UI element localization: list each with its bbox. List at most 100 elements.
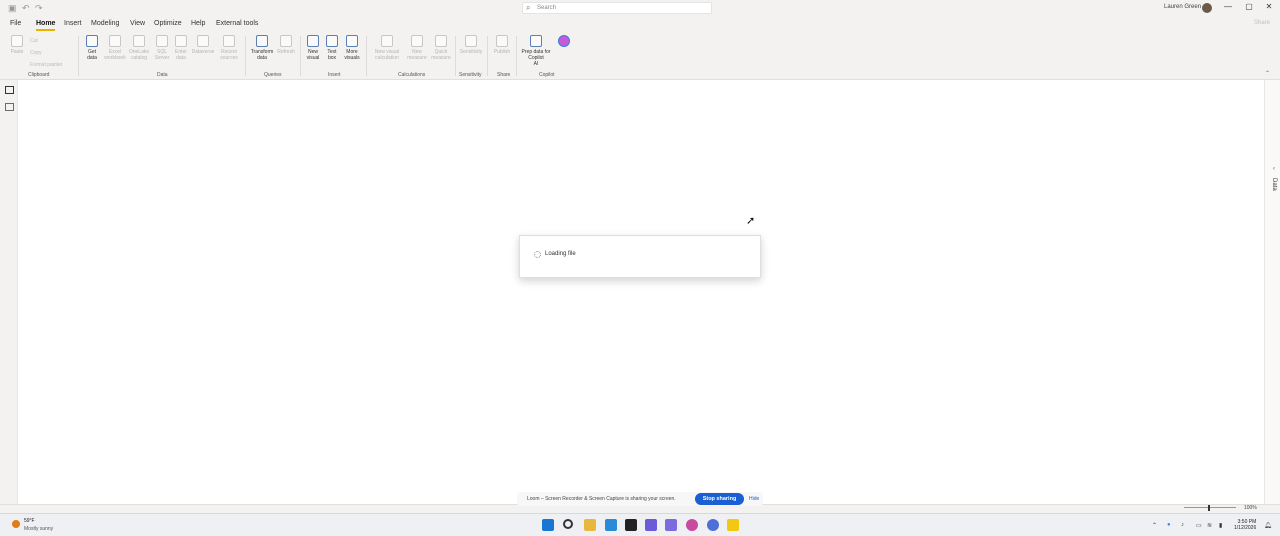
sensitivity-label: Sensitivity — [459, 49, 483, 55]
zoom-slider-handle[interactable] — [1208, 505, 1210, 511]
zoom-slider[interactable] — [1184, 507, 1236, 508]
user-name[interactable]: Lauren Green — [1164, 4, 1201, 10]
sensitivity-group-label: Sensitivity — [459, 72, 482, 78]
loading-dialog: Loading file — [519, 235, 761, 278]
chevron-left-icon[interactable]: ‹ — [1273, 166, 1275, 172]
quick-measure-icon — [435, 35, 447, 47]
new-visual-button[interactable]: New visual — [304, 35, 322, 61]
report-view-icon[interactable] — [5, 86, 14, 94]
minimize-button[interactable]: — — [1221, 2, 1235, 11]
clock[interactable]: 3:50 PM 1/12/2026 — [1234, 519, 1256, 531]
excel-workbook-button[interactable]: Excel workbook — [104, 35, 126, 61]
monitor-icon[interactable]: ▭ — [1196, 522, 1202, 529]
recent-sources-label: Recent sources — [220, 49, 238, 61]
more-visuals-button[interactable]: More visuals — [342, 35, 362, 61]
publish-label: Publish — [493, 49, 511, 55]
publish-button[interactable]: Publish — [491, 35, 513, 55]
tab-file[interactable]: File — [10, 20, 21, 27]
edge-icon[interactable] — [605, 519, 617, 531]
bar-chart-icon — [307, 35, 319, 47]
mouse-cursor-icon: ➚ — [746, 215, 756, 227]
excel-workbook-label: Excel workbook — [104, 49, 126, 61]
format-painter-button[interactable]: Format painter — [30, 62, 63, 68]
weather-condition[interactable]: Mostly sunny — [24, 526, 53, 532]
transform-data-button[interactable]: Transform data — [249, 35, 275, 61]
app-icon[interactable] — [665, 519, 677, 531]
onelake-catalog-label: OneLake catalog — [128, 49, 150, 61]
stop-sharing-button[interactable]: Stop sharing — [695, 493, 744, 505]
power-bi-icon[interactable] — [727, 519, 739, 531]
text-box-button[interactable]: Text box — [323, 35, 341, 61]
sql-server-button[interactable]: SQL Server — [153, 35, 171, 61]
chevron-up-icon[interactable]: ⌃ — [1152, 522, 1157, 529]
app-tray-icon[interactable]: ● — [1167, 522, 1171, 528]
quick-measure-label: Quick measure — [431, 49, 451, 61]
app-icon[interactable] — [625, 519, 637, 531]
copilot-icon[interactable] — [686, 519, 698, 531]
dataverse-label: Dataverse — [191, 49, 215, 55]
microphone-icon[interactable]: ♪ — [1181, 522, 1184, 528]
collapse-ribbon-icon[interactable]: ⌃ — [1265, 70, 1270, 77]
file-explorer-icon[interactable] — [584, 519, 596, 531]
maximize-button[interactable]: ▢ — [1242, 2, 1256, 11]
refresh-button[interactable]: Refresh — [276, 35, 296, 55]
excel-icon — [109, 35, 121, 47]
weather-icon[interactable] — [12, 520, 20, 528]
undo-icon[interactable]: ↶ — [22, 3, 30, 14]
close-button[interactable]: ✕ — [1262, 2, 1276, 11]
search-icon[interactable] — [563, 519, 573, 529]
cut-button[interactable]: Cut — [30, 38, 38, 44]
tab-optimize[interactable]: Optimize — [154, 20, 182, 27]
onelake-catalog-button[interactable]: OneLake catalog — [127, 35, 151, 61]
report-canvas[interactable] — [19, 80, 1264, 504]
table-view-icon[interactable] — [5, 103, 14, 111]
calculations-group-label: Calculations — [398, 72, 426, 78]
new-measure-button[interactable]: New measure — [406, 35, 428, 61]
ai-label: AI — [533, 61, 539, 67]
teams-icon[interactable] — [645, 519, 657, 531]
recent-sources-button[interactable]: Recent sources — [217, 35, 241, 61]
redo-icon[interactable]: ↷ — [35, 3, 43, 14]
paste-icon — [11, 35, 23, 47]
windows-start-icon[interactable] — [542, 519, 554, 531]
wifi-icon[interactable]: ≋ — [1207, 522, 1212, 529]
tab-external-tools[interactable]: External tools — [216, 20, 258, 27]
search-placeholder: Search — [537, 5, 557, 11]
screen-share-message: Loom – Screen Recorder & Screen Capture … — [527, 496, 676, 502]
enter-data-label: Enter data — [175, 49, 187, 61]
prep-data-copilot-button[interactable]: Prep data for Copilot AI — [520, 35, 552, 67]
dataverse-button[interactable]: Dataverse — [191, 35, 215, 55]
share-button[interactable]: Share — [1254, 20, 1270, 26]
measure-icon — [411, 35, 423, 47]
enter-data-button[interactable]: Enter data — [172, 35, 190, 61]
avatar[interactable] — [1202, 3, 1212, 13]
data-pane-rail: ‹ Data — [1264, 80, 1280, 504]
zoom-level[interactable]: 100% — [1244, 505, 1257, 511]
clock-date: 1/12/2026 — [1234, 525, 1257, 531]
data-pane-tab[interactable]: Data — [1271, 178, 1277, 191]
tab-help[interactable]: Help — [191, 20, 205, 27]
copy-button[interactable]: Copy — [30, 50, 42, 56]
paste-button[interactable]: Paste — [8, 35, 26, 55]
sensitivity-button[interactable]: Sensitivity — [459, 35, 483, 55]
tab-home[interactable]: Home — [36, 20, 56, 31]
tab-modeling[interactable]: Modeling — [91, 20, 119, 27]
quick-measure-button[interactable]: Quick measure — [430, 35, 452, 61]
weather-temperature[interactable]: 59°F — [24, 518, 35, 524]
tab-view[interactable]: View — [130, 20, 145, 27]
hide-link[interactable]: Hide — [749, 496, 759, 502]
copilot-button[interactable] — [555, 35, 573, 49]
app-icon[interactable] — [707, 519, 719, 531]
new-visual-calculation-button[interactable]: New visual calculation — [370, 35, 404, 61]
battery-icon[interactable]: ▮ — [1219, 522, 1222, 529]
save-icon[interactable]: ▣ — [8, 3, 17, 14]
notification-bell-icon[interactable]: 🔔︎ — [1264, 522, 1272, 529]
prep-copilot-label: Prep data for Copilot — [521, 49, 551, 61]
screen-share-banner: Loom – Screen Recorder & Screen Capture … — [517, 492, 763, 506]
tab-insert[interactable]: Insert — [64, 20, 82, 27]
calculator-icon — [381, 35, 393, 47]
shield-icon — [465, 35, 477, 47]
search-input[interactable]: ⌕ Search — [522, 2, 712, 14]
get-data-button[interactable]: Get data — [83, 35, 101, 61]
clipboard-group-label: Clipboard — [28, 72, 50, 78]
